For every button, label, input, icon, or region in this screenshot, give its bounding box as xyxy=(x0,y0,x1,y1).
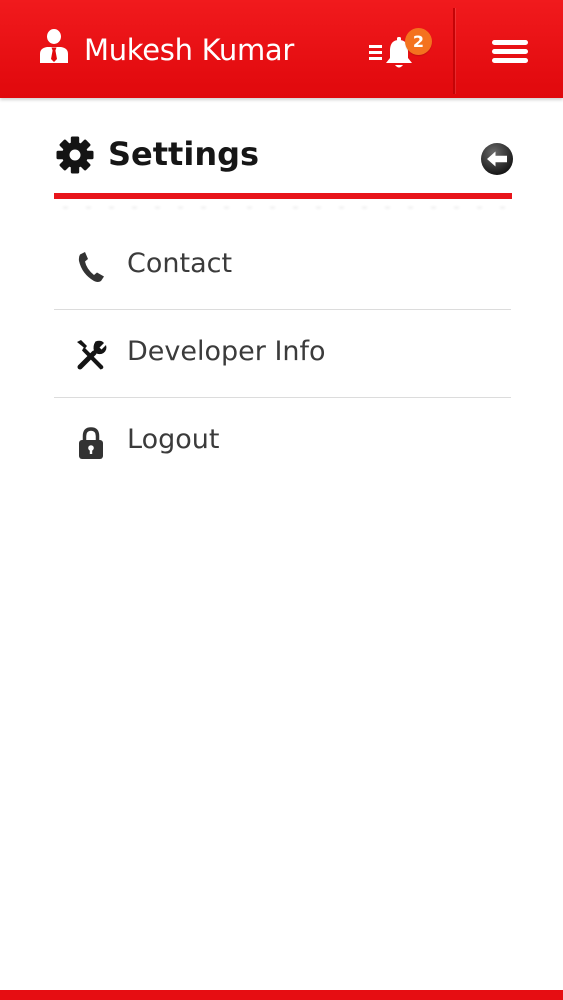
list-item-contact[interactable]: Contact xyxy=(54,222,511,310)
page-title: Settings xyxy=(108,135,260,173)
settings-header: Settings xyxy=(54,128,514,188)
list-item-logout[interactable]: Logout xyxy=(54,398,511,485)
notifications-button[interactable]: 2 xyxy=(364,22,436,74)
back-arrow-icon[interactable] xyxy=(480,142,514,176)
header-divider xyxy=(453,8,455,94)
user-name: Mukesh Kumar xyxy=(84,33,295,67)
underline-shadow xyxy=(54,202,512,216)
list-item-label: Contact xyxy=(127,248,233,279)
list-item-label: Developer Info xyxy=(127,336,326,367)
user-icon xyxy=(38,28,70,64)
gear-icon xyxy=(56,136,94,174)
phone-icon xyxy=(74,250,108,284)
notification-badge: 2 xyxy=(405,28,432,55)
list-item-developer-info[interactable]: Developer Info xyxy=(54,310,511,398)
tools-icon xyxy=(74,338,108,372)
lock-icon xyxy=(74,426,108,460)
bottom-bar xyxy=(0,990,563,1000)
list-item-label: Logout xyxy=(127,424,220,455)
app-header: Mukesh Kumar 2 xyxy=(0,0,563,98)
settings-list: Contact Developer Info Logout xyxy=(54,222,511,485)
settings-underline xyxy=(54,193,512,199)
hamburger-menu-icon[interactable] xyxy=(488,36,532,68)
